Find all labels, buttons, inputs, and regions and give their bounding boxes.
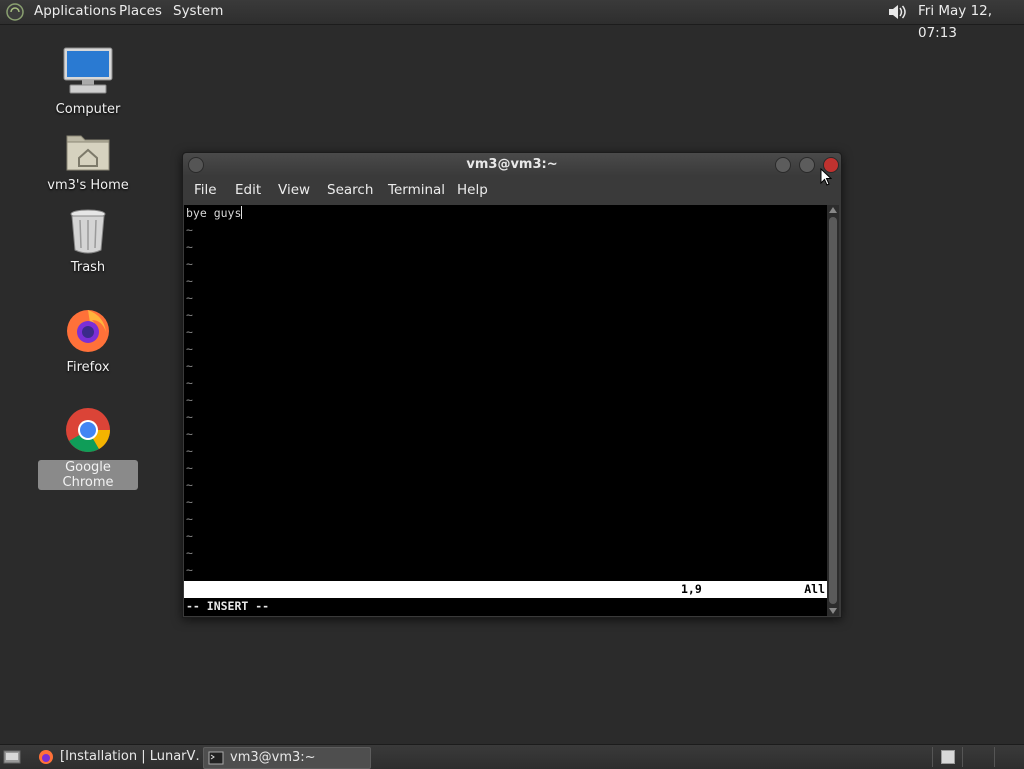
menu-edit[interactable]: Edit (235, 176, 261, 204)
taskbar-item-label: vm3@vm3:~ (230, 750, 316, 765)
empty-line-marker: ~ (186, 257, 193, 271)
scroll-down-arrow-icon[interactable] (829, 608, 837, 614)
empty-line-marker: ~ (186, 410, 193, 424)
empty-line-marker: ~ (186, 427, 193, 441)
desktop-icon-label: Computer (55, 102, 121, 117)
clock[interactable]: Fri May 12, 07:13 (918, 0, 1024, 41)
trash-icon (70, 209, 106, 254)
desktop-icon-label: Google Chrome (38, 460, 138, 490)
empty-line-marker: ~ (186, 546, 193, 560)
menu-view[interactable]: View (278, 176, 310, 204)
minimize-button[interactable] (775, 157, 791, 173)
status-scroll: All (804, 582, 825, 596)
empty-line-marker: ~ (186, 495, 193, 509)
empty-line-marker: ~ (186, 342, 193, 356)
desktop-icon-label: Trash (70, 260, 106, 275)
menu-search[interactable]: Search (327, 176, 373, 204)
mouse-pointer-icon (820, 168, 832, 186)
scroll-up-arrow-icon[interactable] (829, 207, 837, 213)
computer-icon (63, 47, 113, 94)
workspace-separator (962, 747, 963, 767)
empty-line-marker: ~ (186, 274, 193, 288)
volume-icon[interactable] (886, 3, 908, 21)
home-folder-icon (66, 135, 110, 171)
taskbar-item-terminal[interactable]: vm3@vm3:~ (203, 747, 371, 769)
workspace-separator (994, 747, 995, 767)
taskbar-item-firefox[interactable]: [Installation | LunarV… (34, 747, 200, 767)
workspace-separator (932, 747, 933, 767)
terminal-icon (208, 751, 224, 765)
empty-line-marker: ~ (186, 478, 193, 492)
desktop-icon-trash[interactable]: Trash (38, 208, 138, 275)
empty-line-marker: ~ (186, 376, 193, 390)
empty-line-marker: ~ (186, 240, 193, 254)
top-panel: Applications Places System Fri May 12, 0… (0, 0, 1024, 41)
text-cursor (241, 206, 243, 219)
vim-mode-indicator: -- INSERT -- (186, 599, 270, 613)
vim-status-line: hello.c [+] 1,9 All (184, 581, 827, 613)
empty-line-marker: ~ (186, 325, 193, 339)
menu-system[interactable]: System (173, 0, 223, 24)
menu-terminal[interactable]: Terminal (388, 176, 445, 204)
firefox-icon (67, 310, 109, 352)
maximize-button[interactable] (799, 157, 815, 173)
show-desktop-icon[interactable] (3, 749, 21, 765)
terminal-scrollbar[interactable] (827, 205, 839, 616)
empty-line-marker: ~ (186, 512, 193, 526)
empty-line-marker: ~ (186, 563, 193, 577)
menu-help[interactable]: Help (457, 176, 488, 204)
bottom-panel: [Installation | LunarV… vm3@vm3:~ (0, 744, 1024, 769)
terminal-text-area[interactable]: bye guys hello.c [+] 1,9 All -- INSERT -… (184, 205, 827, 616)
window-menubar: File Edit View Search Terminal Help (183, 176, 841, 204)
window-title: vm3@vm3:~ (466, 157, 558, 172)
chrome-icon (66, 408, 110, 452)
desktop-icon-home[interactable]: vm3's Home (38, 128, 138, 193)
window-titlebar[interactable]: vm3@vm3:~ (183, 153, 841, 176)
menu-places[interactable]: Places (119, 0, 162, 24)
menu-file[interactable]: File (194, 176, 217, 204)
desktop-icon-label: vm3's Home (47, 178, 129, 193)
desktop-icon-computer[interactable]: Computer (38, 46, 138, 117)
editor-line: bye guys (186, 206, 243, 220)
empty-line-marker: ~ (186, 223, 193, 237)
desktop-icon-firefox[interactable]: Firefox (38, 306, 138, 375)
distro-logo-icon[interactable] (6, 3, 24, 21)
status-position: 1,9 (681, 582, 702, 596)
empty-line-marker: ~ (186, 444, 193, 458)
desktop-icon-label: Firefox (66, 360, 110, 375)
empty-line-marker: ~ (186, 308, 193, 322)
empty-line-marker: ~ (186, 529, 193, 543)
desktop-icon-chrome[interactable]: Google Chrome (38, 406, 138, 490)
empty-line-marker: ~ (186, 359, 193, 373)
empty-line-marker: ~ (186, 393, 193, 407)
scroll-thumb[interactable] (829, 217, 837, 604)
firefox-icon (39, 750, 53, 764)
empty-line-marker: ~ (186, 291, 193, 305)
workspace-switcher[interactable] (941, 750, 955, 764)
empty-line-marker: ~ (186, 461, 193, 475)
menu-applications[interactable]: Applications (34, 0, 116, 24)
taskbar-item-label: [Installation | LunarV… (60, 749, 200, 764)
terminal-window: vm3@vm3:~ File Edit View Search Terminal… (182, 152, 842, 618)
